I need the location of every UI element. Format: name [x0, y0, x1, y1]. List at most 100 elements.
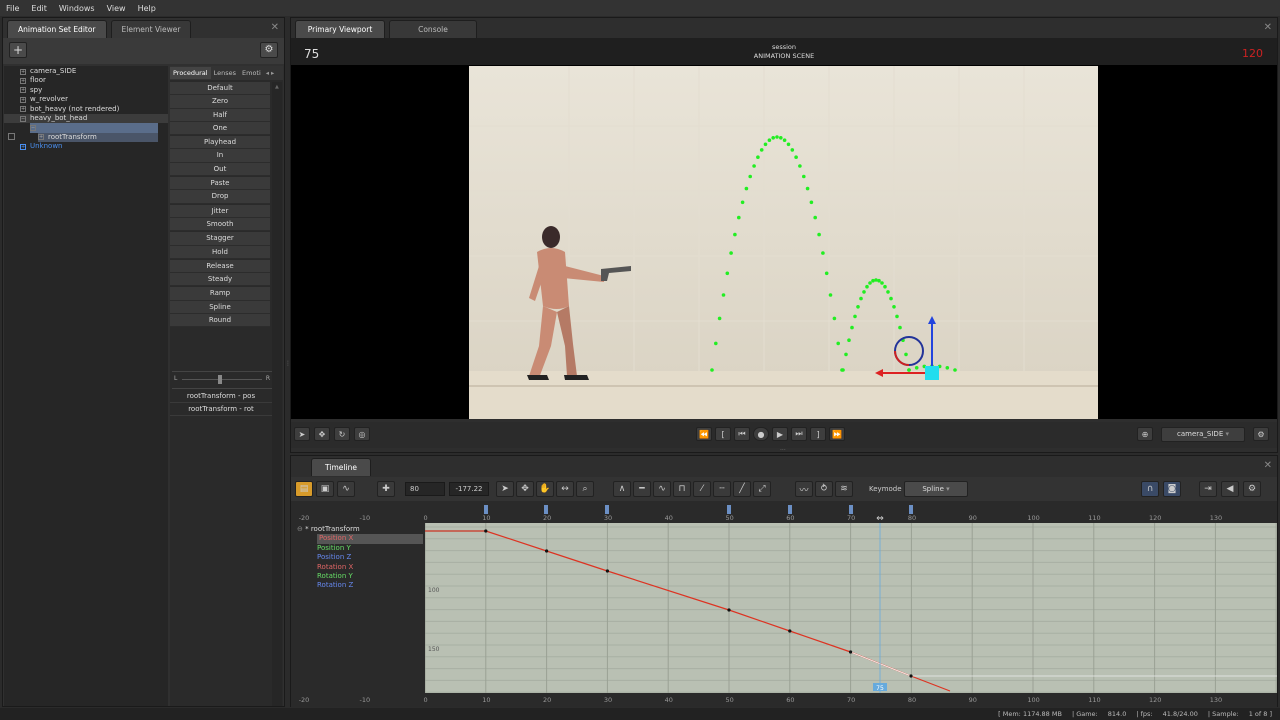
tree-item-selected[interactable]: −: [30, 123, 158, 133]
key-marker[interactable]: [788, 505, 792, 514]
mark-in-icon[interactable]: [: [715, 427, 731, 441]
curve-noise-icon[interactable]: ≋: [835, 481, 853, 497]
camera-target-icon[interactable]: ⊕: [1137, 427, 1153, 441]
proc-button-half[interactable]: Half: [170, 108, 270, 122]
proc-button-stagger[interactable]: Stagger: [170, 232, 270, 246]
proc-button-in[interactable]: In: [170, 149, 270, 163]
balance-slider[interactable]: L R: [174, 375, 270, 385]
gear-icon[interactable]: ⚙: [260, 42, 278, 58]
curve-rotation-y[interactable]: Rotation Y: [291, 572, 425, 581]
proc-button-out[interactable]: Out: [170, 162, 270, 177]
menu-help[interactable]: Help: [138, 4, 156, 13]
tangent-break-icon[interactable]: ⁄: [693, 481, 711, 497]
proc-button-round[interactable]: Round: [170, 314, 270, 328]
collapse-icon[interactable]: ⊖: [297, 525, 303, 533]
tab-animation-set-editor[interactable]: Animation Set Editor: [7, 20, 107, 38]
tree-item-unknown[interactable]: + Unknown: [20, 142, 168, 151]
dope-sheet-icon[interactable]: ▤: [295, 481, 313, 497]
frame-all-icon[interactable]: ⇥: [1199, 481, 1217, 497]
key-marker[interactable]: [909, 505, 913, 514]
tree-item[interactable]: + spy: [20, 86, 168, 95]
rotate-tool-icon[interactable]: ↻: [334, 427, 350, 441]
playhead-handle-icon[interactable]: ⇔: [876, 514, 884, 523]
add-icon[interactable]: +: [9, 42, 27, 58]
clip-editor-icon[interactable]: ▣: [316, 481, 334, 497]
curve-position-z[interactable]: Position Z: [291, 553, 425, 562]
proc-button-smooth[interactable]: Smooth: [170, 217, 270, 232]
graph-editor[interactable]: 100 150 75: [425, 523, 1277, 693]
key-marker[interactable]: [605, 505, 609, 514]
collapse-icon[interactable]: −: [20, 115, 26, 122]
tree-item-root-transform[interactable]: + rootTransform: [38, 132, 158, 143]
curve-rotation-z[interactable]: Rotation Z: [291, 581, 425, 590]
keyframe[interactable]: [605, 569, 609, 573]
proc-button-playhead[interactable]: Playhead: [170, 136, 270, 150]
curve-position-y[interactable]: Position Y: [291, 544, 425, 553]
tab-element-viewer[interactable]: Element Viewer: [110, 20, 192, 38]
add-key-icon[interactable]: ✚: [377, 481, 395, 497]
tab-emoti[interactable]: Emoti: [239, 67, 264, 79]
scene-render[interactable]: [469, 66, 1098, 419]
scrollbar[interactable]: ▲ ▼: [272, 82, 282, 372]
curve-root[interactable]: ⊖ * rootTransform: [291, 525, 425, 534]
close-icon[interactable]: ✕: [1264, 460, 1272, 471]
tree-item[interactable]: + camera_SIDE: [20, 67, 168, 76]
expand-icon[interactable]: +: [20, 106, 26, 113]
menu-view[interactable]: View: [107, 4, 126, 13]
menu-edit[interactable]: Edit: [31, 4, 47, 13]
prev-frame-icon[interactable]: ⏮: [734, 427, 750, 441]
tab-timeline[interactable]: Timeline: [311, 458, 371, 476]
proc-button-paste[interactable]: Paste: [170, 177, 270, 191]
proc-button-zero[interactable]: Zero: [170, 95, 270, 109]
expand-icon[interactable]: +: [20, 87, 26, 94]
proc-button-steady[interactable]: Steady: [170, 273, 270, 287]
visibility-checkbox[interactable]: [8, 133, 15, 140]
play-icon[interactable]: ▶: [772, 427, 788, 441]
curve-position-x[interactable]: Position X: [317, 534, 423, 544]
keyframe[interactable]: [788, 629, 792, 633]
gear-icon[interactable]: ⚙: [1243, 481, 1261, 497]
key-marker[interactable]: [849, 505, 853, 514]
keyframe[interactable]: [727, 608, 731, 612]
timeline-ruler-top[interactable]: -20 -10 0 10 20 30 40 50 60 70 80 90 100 110 120 130 ⇔: [291, 501, 1277, 523]
graph-editor-icon[interactable]: ∿: [337, 481, 355, 497]
control-rot[interactable]: rootTransform - rot: [170, 403, 272, 416]
proc-button-hold[interactable]: Hold: [170, 245, 270, 259]
tangent-unify-icon[interactable]: ╱: [733, 481, 751, 497]
tree-item[interactable]: + floor: [20, 76, 168, 85]
tangent-auto-icon[interactable]: ∧: [613, 481, 631, 497]
curve-rotation-x[interactable]: Rotation X: [291, 563, 425, 572]
proc-button-default[interactable]: Default: [170, 82, 270, 96]
snap-icon[interactable]: ∩: [1141, 481, 1159, 497]
proc-button-spline[interactable]: Spline: [170, 300, 270, 315]
move-tool-icon[interactable]: ✥: [314, 427, 330, 441]
mute-icon[interactable]: ◀: [1221, 481, 1239, 497]
proc-button-release[interactable]: Release: [170, 259, 270, 274]
curve-infinity-icon[interactable]: ⥁: [815, 481, 833, 497]
curve-smooth-icon[interactable]: 〰: [795, 481, 813, 497]
gear-icon[interactable]: ⚙: [1253, 427, 1269, 441]
select-tool-icon[interactable]: ➤: [294, 427, 310, 441]
timeline-ruler-bottom[interactable]: -20 -10 0 10 20 30 40 50 60 70 80 90 100 110 120 130: [291, 693, 1277, 707]
expand-icon[interactable]: +: [38, 134, 44, 141]
scrollbar-lower[interactable]: [272, 356, 282, 706]
key-marker[interactable]: [727, 505, 731, 514]
record-icon[interactable]: ●: [753, 427, 769, 441]
snap-frame-icon[interactable]: ◙: [1163, 481, 1181, 497]
scroll-right-icon[interactable]: ▸: [271, 69, 274, 77]
menu-windows[interactable]: Windows: [59, 4, 95, 13]
keyframe[interactable]: [545, 549, 549, 553]
tree-item[interactable]: + w_revolver: [20, 95, 168, 104]
expand-icon[interactable]: +: [20, 96, 26, 103]
rewind-icon[interactable]: ⏪: [696, 427, 712, 441]
keyframe[interactable]: [909, 674, 913, 678]
slider-handle[interactable]: [218, 375, 222, 384]
next-frame-icon[interactable]: ⏭: [791, 427, 807, 441]
key-marker[interactable]: [544, 505, 548, 514]
tangent-linear-icon[interactable]: ╌: [713, 481, 731, 497]
fast-forward-icon[interactable]: ⏩: [829, 427, 845, 441]
tangent-spline-icon[interactable]: ∿: [653, 481, 671, 497]
keyframe[interactable]: [484, 529, 488, 533]
keyframe[interactable]: [849, 650, 853, 654]
close-icon[interactable]: ✕: [1264, 22, 1272, 33]
